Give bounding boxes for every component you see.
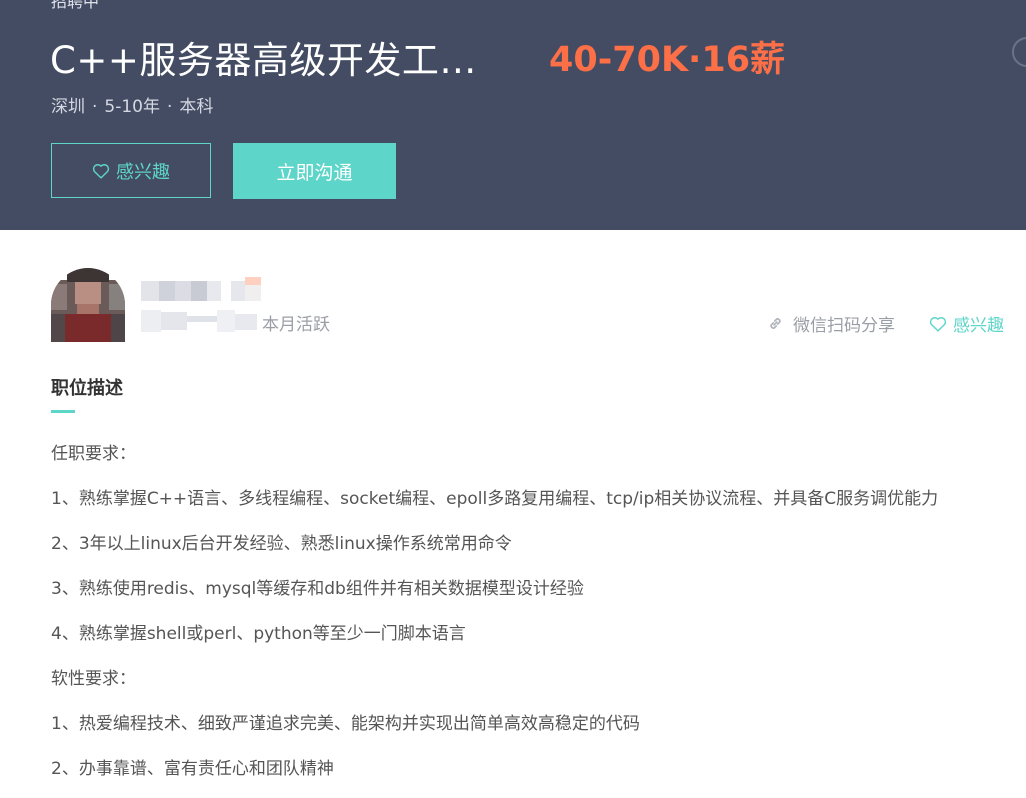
description-line: 任职要求：	[51, 444, 136, 464]
recruiter-avatar[interactable]	[51, 268, 125, 342]
description-line: 2、3年以上linux后台开发经验、熟悉linux操作系统常用命令	[51, 534, 512, 554]
interest-link-label: 感兴趣	[953, 316, 1004, 336]
meta-separator: ·	[92, 97, 98, 117]
chat-now-button[interactable]: 立即沟通	[233, 143, 396, 199]
salary: 40-70K·16薪	[549, 40, 786, 80]
interest-button-label: 感兴趣	[116, 161, 170, 183]
job-status: 招聘中	[51, 0, 100, 11]
job-header: 招聘中 C++服务器高级开发工… 40-70K·16薪 深圳 · 5-10年 · 本科 …	[0, 0, 1026, 230]
chat-now-label: 立即沟通	[276, 161, 353, 184]
interest-button[interactable]: 感兴趣	[51, 143, 211, 198]
heart-icon	[929, 316, 947, 332]
job-title: C++服务器高级开发工…	[50, 39, 477, 82]
link-icon	[770, 318, 781, 329]
wechat-share-label: 微信扫码分享	[793, 316, 895, 336]
job-meta: 深圳 · 5-10年 · 本科	[51, 92, 213, 117]
interest-link[interactable]: 感兴趣	[929, 311, 1004, 336]
job-education: 本科	[179, 97, 214, 117]
heart-icon	[92, 163, 110, 179]
description-line: 1、热爱编程技术、细致严谨追求完美、能架构并实现出简单高效高稳定的代码	[51, 714, 640, 734]
section-title: 职位描述	[51, 378, 123, 399]
recruiter-name-blurred	[141, 277, 266, 303]
recruiter-title-blurred	[141, 308, 266, 334]
description-line: 2、办事靠谱、富有责任心和团队精神	[51, 759, 334, 779]
recruiter-activity: 本月活跃	[262, 315, 330, 335]
description-line: 1、熟练掌握C++语言、多线程编程、socket编程、epoll多路复用编程、t…	[51, 489, 939, 509]
wechat-share[interactable]: 微信扫码分享	[767, 311, 895, 336]
job-experience: 5-10年	[104, 97, 160, 117]
description-line: 3、熟练使用redis、mysql等缓存和db组件并有相关数据模型设计经验	[51, 579, 584, 599]
side-circle-button[interactable]	[1012, 37, 1026, 67]
section-underline	[51, 410, 75, 413]
description-line: 软性要求：	[51, 669, 136, 689]
description-line: 4、熟练掌握shell或perl、python等至少一门脚本语言	[51, 624, 466, 644]
job-city: 深圳	[51, 97, 85, 117]
meta-separator: ·	[167, 97, 173, 117]
